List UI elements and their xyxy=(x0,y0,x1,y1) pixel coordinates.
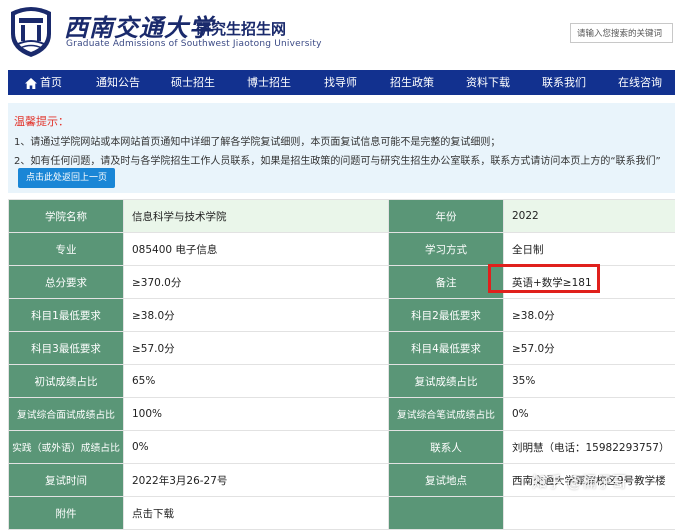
field-label: 学习方式 xyxy=(389,233,504,266)
main-nav: 首页 通知公告 硕士招生 博士招生 找导师 招生政策 资料下载 联系我们 在线咨… xyxy=(8,70,675,95)
table-row: 附件 点击下载 xyxy=(9,497,675,530)
field-label: 年份 xyxy=(389,200,504,233)
field-label: 初试成绩占比 xyxy=(9,365,124,398)
nav-item-downloads[interactable]: 资料下载 xyxy=(466,70,510,95)
field-label: 科目3最低要求 xyxy=(9,332,124,365)
field-label: 复试时间 xyxy=(9,464,124,497)
home-icon xyxy=(25,78,37,89)
site-header: 西南交通大学 研究生招生网 Graduate Admissions of Sou… xyxy=(0,0,675,70)
nav-item-online-consult[interactable]: 在线咨询 xyxy=(618,70,662,95)
table-row: 学院名称 信息科学与技术学院 年份 2022 xyxy=(9,200,675,233)
table-row: 科目3最低要求 ≥57.0分 科目4最低要求 ≥57.0分 xyxy=(9,332,675,365)
table-row: 科目1最低要求 ≥38.0分 科目2最低要求 ≥38.0分 xyxy=(9,299,675,332)
notice-line-2: 2、如有任何问题，请及时与各学院招生工作人员联系，如果是招生政策的问题可与研究生… xyxy=(14,152,661,167)
notice-title: 温馨提示： xyxy=(14,113,69,129)
field-value: 100% xyxy=(124,398,389,431)
field-label: 复试地点 xyxy=(389,464,504,497)
search-input[interactable]: 请输入您搜索的关键词 xyxy=(570,23,673,43)
field-value xyxy=(504,497,675,530)
field-value: 2022年3月26-27号 xyxy=(124,464,389,497)
notice-line-1: 1、请通过学院网站或本网站首页通知中详细了解各学院复试细则，本页面复试信息可能不… xyxy=(14,133,500,148)
nav-item-notices[interactable]: 通知公告 xyxy=(96,70,140,95)
field-label: 复试成绩占比 xyxy=(389,365,504,398)
nav-label: 首页 xyxy=(40,76,62,89)
field-value: ≥57.0分 xyxy=(124,332,389,365)
field-label: 复试综合笔试成绩占比 xyxy=(389,398,504,431)
field-value: 0% xyxy=(504,398,675,431)
field-value: 2022 xyxy=(504,200,675,233)
table-row: 初试成绩占比 65% 复试成绩占比 35% xyxy=(9,365,675,398)
table-row: 实践（或外语）成绩占比 0% 联系人 刘明慧（电话：15982293757） xyxy=(9,431,675,464)
field-value: 刘明慧（电话：15982293757） xyxy=(504,431,675,464)
nav-item-home[interactable]: 首页 xyxy=(25,70,62,95)
field-label: 备注 xyxy=(389,266,504,299)
field-label: 专业 xyxy=(9,233,124,266)
field-label: 复试综合面试成绩占比 xyxy=(9,398,124,431)
university-emblem-icon[interactable] xyxy=(6,4,56,58)
field-value: ≥38.0分 xyxy=(504,299,675,332)
field-label: 科目2最低要求 xyxy=(389,299,504,332)
field-value: 65% xyxy=(124,365,389,398)
field-value: ≥57.0分 xyxy=(504,332,675,365)
nav-item-contact[interactable]: 联系我们 xyxy=(542,70,586,95)
field-label: 附件 xyxy=(9,497,124,530)
field-value: 全日制 xyxy=(504,233,675,266)
field-value: 0% xyxy=(124,431,389,464)
field-label: 科目4最低要求 xyxy=(389,332,504,365)
logo-english: Graduate Admissions of Southwest Jiaoton… xyxy=(66,39,322,49)
back-button[interactable]: 点击此处返回上一页 xyxy=(18,168,115,188)
field-label xyxy=(389,497,504,530)
field-value: 35% xyxy=(504,365,675,398)
download-link[interactable]: 点击下载 xyxy=(124,497,389,530)
table-row: 专业 085400 电子信息 学习方式 全日制 xyxy=(9,233,675,266)
field-label: 科目1最低要求 xyxy=(9,299,124,332)
notice-box: 温馨提示： 1、请通过学院网站或本网站首页通知中详细了解各学院复试细则，本页面复… xyxy=(8,103,675,193)
field-value: ≥370.0分 xyxy=(124,266,389,299)
nav-item-doctor[interactable]: 博士招生 xyxy=(247,70,291,95)
field-label: 联系人 xyxy=(389,431,504,464)
field-value: 085400 电子信息 xyxy=(124,233,389,266)
field-value: 信息科学与技术学院 xyxy=(124,200,389,233)
logo-chinese[interactable]: 西南交通大学 xyxy=(64,8,214,43)
field-label: 学院名称 xyxy=(9,200,124,233)
table-row: 复试综合面试成绩占比 100% 复试综合笔试成绩占比 0% xyxy=(9,398,675,431)
field-value: ≥38.0分 xyxy=(124,299,389,332)
nav-item-master[interactable]: 硕士招生 xyxy=(171,70,215,95)
highlight-annotation xyxy=(488,264,600,293)
logo-subtitle[interactable]: 研究生招生网 xyxy=(196,18,286,39)
nav-item-find-advisor[interactable]: 找导师 xyxy=(324,70,357,95)
field-label: 实践（或外语）成绩占比 xyxy=(9,431,124,464)
watermark: 知乎 @桶子哥 xyxy=(532,471,627,492)
field-label: 总分要求 xyxy=(9,266,124,299)
nav-item-policy[interactable]: 招生政策 xyxy=(390,70,434,95)
